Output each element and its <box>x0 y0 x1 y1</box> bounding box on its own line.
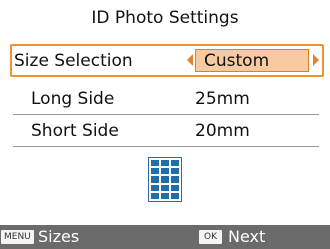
long-side-row[interactable]: Long Side 25mm <box>13 85 319 115</box>
short-side-label: Short Side <box>31 121 119 141</box>
ok-key-icon: OK <box>199 230 222 244</box>
photo-grid-icon <box>148 157 182 202</box>
size-selection-row[interactable]: Size Selection Custom <box>10 44 324 77</box>
menu-key-icon: MENU <box>1 230 34 244</box>
short-side-row[interactable]: Short Side 20mm <box>13 117 319 147</box>
size-selection-value: Custom <box>204 51 270 71</box>
size-selection-label: Size Selection <box>14 51 133 71</box>
sizes-hint[interactable]: Sizes <box>38 227 79 246</box>
chevron-right-icon[interactable] <box>313 54 319 66</box>
footer-bar: MENU Sizes OK Next <box>0 225 330 249</box>
long-side-value: 25mm <box>195 89 250 109</box>
id-photo-settings-screen: ID Photo Settings Size Selection Custom … <box>0 0 330 249</box>
page-title: ID Photo Settings <box>91 8 239 28</box>
long-side-label: Long Side <box>31 89 115 109</box>
short-side-value: 20mm <box>195 121 250 141</box>
chevron-left-icon[interactable] <box>187 54 193 66</box>
size-selection-value-box[interactable]: Custom <box>195 49 309 72</box>
next-hint[interactable]: Next <box>228 227 265 246</box>
